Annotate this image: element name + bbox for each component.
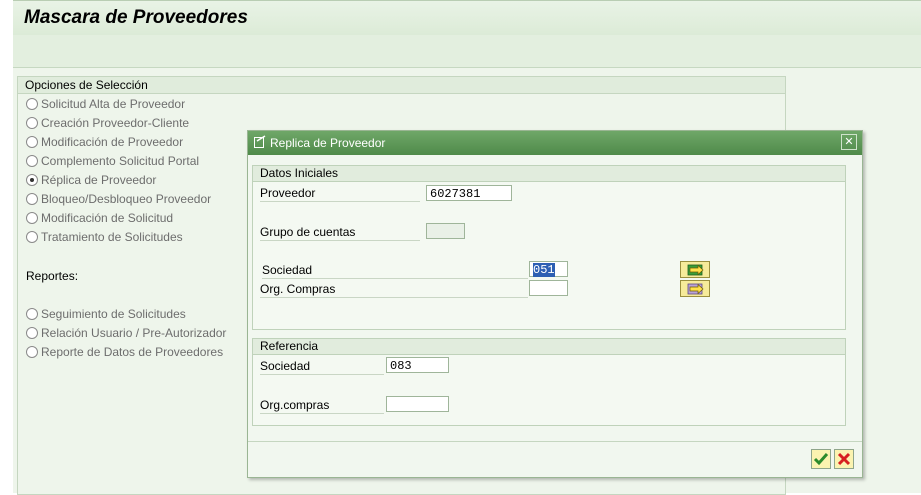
confirm-button[interactable] <box>811 449 831 469</box>
proveedor-field[interactable]: 6027381 <box>426 185 512 201</box>
radio-icon <box>26 308 38 320</box>
sociedad-arrow-button[interactable] <box>680 261 710 278</box>
radio-selected-icon <box>26 174 38 186</box>
reference-heading: Referencia <box>253 339 845 355</box>
sociedad-label: Sociedad <box>262 263 528 279</box>
radio-solicitud-alta[interactable]: Solicitud Alta de Proveedor <box>26 95 185 113</box>
ref-org-compras-label: Org.compras <box>260 398 384 414</box>
radio-creacion-proveedor-cliente[interactable]: Creación Proveedor-Cliente <box>26 114 189 132</box>
radio-modificacion-solicitud[interactable]: Modificación de Solicitud <box>26 209 173 227</box>
radio-seguimiento-solicitudes[interactable]: Seguimiento de Solicitudes <box>26 305 186 323</box>
radio-icon <box>26 98 38 110</box>
edit-document-icon <box>254 135 266 148</box>
radio-label: Reporte de Datos de Proveedores <box>41 345 224 359</box>
radio-label: Modificación de Solicitud <box>41 211 174 225</box>
title-bar: Mascara de Proveedores <box>13 0 921 35</box>
radio-label: Complemento Solicitud Portal <box>41 154 200 168</box>
selection-options-heading: Opciones de Selección <box>18 77 785 94</box>
radio-label: Relación Usuario / Pre-Autorizador <box>41 326 227 340</box>
ref-org-compras-field[interactable] <box>386 396 449 412</box>
radio-label: Réplica de Proveedor <box>41 173 157 187</box>
ref-sociedad-label: Sociedad <box>260 359 384 375</box>
radio-icon <box>26 212 38 224</box>
radio-icon <box>26 136 38 148</box>
initial-data-heading: Datos Iniciales <box>253 166 845 182</box>
close-icon[interactable]: ✕ <box>841 134 857 150</box>
radio-icon <box>26 327 38 339</box>
cancel-button[interactable] <box>834 449 854 469</box>
radio-replica-proveedor[interactable]: Réplica de Proveedor <box>26 171 156 189</box>
radio-icon <box>26 193 38 205</box>
dialog-title: Replica de Proveedor <box>270 136 386 150</box>
ref-sociedad-field[interactable]: 083 <box>386 357 449 373</box>
radio-icon <box>26 117 38 129</box>
org-compras-arrow-button[interactable] <box>680 280 710 297</box>
radio-bloqueo-desbloqueo[interactable]: Bloqueo/Desbloqueo Proveedor <box>26 190 211 208</box>
radio-reporte-datos[interactable]: Reporte de Datos de Proveedores <box>26 343 223 361</box>
radio-modificacion-proveedor[interactable]: Modificación de Proveedor <box>26 133 183 151</box>
replica-dialog: Replica de Proveedor ✕ Datos Iniciales P… <box>247 130 863 478</box>
radio-tratamiento-solicitudes[interactable]: Tratamiento de Solicitudes <box>26 228 183 246</box>
radio-label: Bloqueo/Desbloqueo Proveedor <box>41 192 212 206</box>
radio-label: Seguimiento de Solicitudes <box>41 307 186 321</box>
checkmark-icon <box>813 453 829 466</box>
reports-label: Reportes: <box>26 269 79 283</box>
radio-icon <box>26 346 38 358</box>
radio-complemento-solicitud[interactable]: Complemento Solicitud Portal <box>26 152 199 170</box>
radio-icon <box>26 155 38 167</box>
dialog-titlebar[interactable]: Replica de Proveedor ✕ <box>248 131 862 155</box>
radio-label: Tratamiento de Solicitudes <box>41 230 183 244</box>
cancel-x-icon <box>837 452 851 466</box>
sociedad-value: 051 <box>533 263 555 277</box>
application-toolbar <box>13 35 921 68</box>
org-compras-field[interactable] <box>529 280 568 296</box>
page-title: Mascara de Proveedores <box>24 7 248 28</box>
proveedor-label: Proveedor <box>260 186 420 202</box>
radio-label: Creación Proveedor-Cliente <box>41 116 190 130</box>
grupo-cuentas-field[interactable] <box>426 223 465 239</box>
sociedad-field[interactable]: 051 <box>529 261 568 277</box>
grupo-cuentas-label: Grupo de cuentas <box>260 225 420 241</box>
radio-label: Solicitud Alta de Proveedor <box>41 97 186 111</box>
radio-icon <box>26 231 38 243</box>
arrow-right-icon <box>687 283 704 295</box>
arrow-right-icon <box>687 264 704 276</box>
dialog-footer-divider <box>248 441 862 442</box>
radio-label: Modificación de Proveedor <box>41 135 184 149</box>
left-margin <box>0 0 13 493</box>
radio-relacion-usuario[interactable]: Relación Usuario / Pre-Autorizador <box>26 324 226 342</box>
org-compras-label: Org. Compras <box>260 282 528 298</box>
